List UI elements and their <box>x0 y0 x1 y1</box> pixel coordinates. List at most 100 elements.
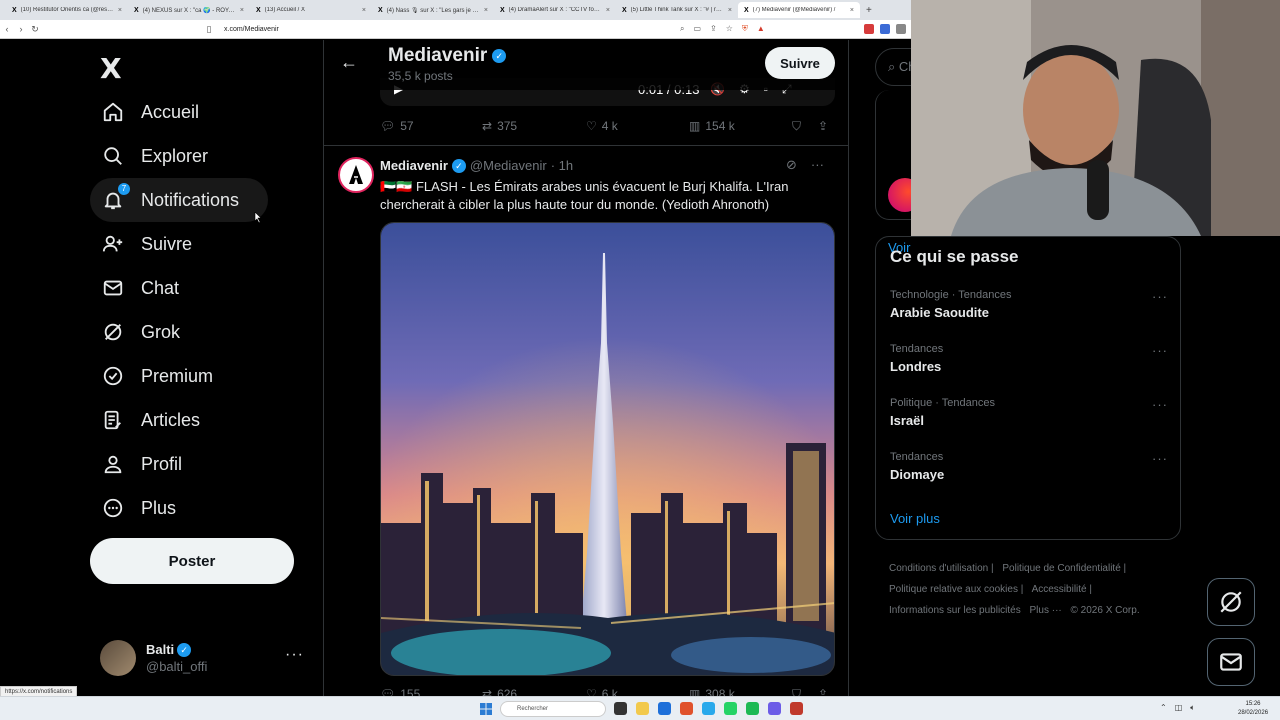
discord-icon[interactable] <box>768 702 781 715</box>
app-icon[interactable] <box>658 702 671 715</box>
nav-item-notifications[interactable]: 7 Notifications <box>90 178 268 222</box>
nav-item-articles[interactable]: Articles <box>90 398 212 442</box>
footer-link[interactable]: Conditions d'utilisation | <box>889 563 994 574</box>
trend-item[interactable]: Politique · Tendances Israël ··· <box>890 397 1174 437</box>
messages-fab-button[interactable] <box>1207 638 1255 686</box>
new-tab-button[interactable]: + <box>866 5 872 16</box>
more-dots-icon[interactable]: ··· <box>285 646 304 664</box>
reply-button[interactable]: 💬︎ 57 <box>380 119 414 133</box>
telegram-icon[interactable] <box>702 702 715 715</box>
retweet-button[interactable]: ⇄ 626 <box>482 687 517 696</box>
grok-fab-button[interactable] <box>1207 578 1255 626</box>
share-button[interactable]: ⇪ <box>818 687 828 696</box>
taskbar-clock[interactable]: 15:26 28/02/2026 <box>1238 700 1268 718</box>
app-icon[interactable] <box>790 702 803 715</box>
nav-item-profile[interactable]: Profil <box>90 442 194 486</box>
nav-item-chat[interactable]: Chat <box>90 266 191 310</box>
extension-icon[interactable] <box>864 24 874 34</box>
cast-icon[interactable]: ▭ <box>693 24 701 34</box>
nav-item-premium[interactable]: Premium <box>90 354 225 398</box>
network-icon[interactable]: ◫ <box>1175 703 1183 713</box>
nav-item-grok[interactable]: Grok <box>90 310 192 354</box>
volume-icon[interactable]: 🔈︎ <box>1190 703 1195 713</box>
tweet-image[interactable] <box>380 222 835 676</box>
like-button[interactable]: ♡ 6 k <box>586 687 618 696</box>
more-dots-icon[interactable]: ··· <box>1152 397 1168 412</box>
more-dots-icon[interactable]: ··· <box>1152 289 1168 304</box>
browser-tab[interactable]: X (4) Nass 🎙 sur X : "Les gars je suis × <box>372 2 494 18</box>
footer-link[interactable]: Informations sur les publicités <box>889 605 1021 616</box>
tweet-author-name[interactable]: Mediavenir <box>380 158 448 173</box>
task-view-icon[interactable] <box>614 702 627 715</box>
footer-link[interactable]: Politique relative aux cookies | <box>889 584 1023 595</box>
forward-arrow-icon[interactable]: › <box>14 24 28 34</box>
trend-item[interactable]: Tendances Londres ··· <box>890 343 1174 383</box>
footer-link[interactable]: Accessibilité | <box>1032 584 1092 595</box>
footer-link[interactable]: Plus ··· <box>1030 605 1062 616</box>
account-switcher[interactable]: Balti ✓ @balti_offi ··· <box>100 638 310 678</box>
url-field[interactable]: x.com/Mediavenir <box>224 26 279 33</box>
tweet-time[interactable]: · 1h <box>551 158 573 173</box>
post-button[interactable]: Poster <box>90 538 294 584</box>
x-logo-icon[interactable]: X <box>100 52 122 85</box>
brave-shield-icon[interactable]: ⛨ <box>742 24 748 34</box>
extension-icon[interactable] <box>880 24 890 34</box>
views-button[interactable]: ▥ 154 k <box>689 119 735 133</box>
views-button[interactable]: ▥ 308 k <box>689 687 735 696</box>
bookmark-button[interactable]: ⛉ <box>792 687 801 697</box>
like-count: 6 k <box>601 687 618 696</box>
bookmark-button[interactable]: ⛉ <box>792 119 801 134</box>
close-icon[interactable]: × <box>728 7 732 14</box>
avatar[interactable] <box>338 157 374 193</box>
close-icon[interactable]: × <box>606 7 610 14</box>
file-explorer-icon[interactable] <box>636 702 649 715</box>
tweet-author-handle[interactable]: @Mediavenir <box>470 158 547 173</box>
nav-item-home[interactable]: Accueil <box>90 90 211 134</box>
close-icon[interactable]: × <box>850 7 854 14</box>
retweet-button[interactable]: ⇄ 375 <box>482 119 517 133</box>
footer-link[interactable]: Politique de Confidentialité | <box>1002 563 1126 574</box>
chevron-up-icon[interactable]: ⌃ <box>1160 703 1167 713</box>
browser-tab[interactable]: X (10) Restitutor Orientis ca (@restitut × <box>6 2 128 18</box>
streamer-webcam-image <box>911 0 1280 236</box>
browser-tab[interactable]: X (4) DramaAlert sur X : "CCTV footage × <box>494 2 616 18</box>
trend-item[interactable]: Tendances Diomaye ··· <box>890 451 1174 491</box>
brave-browser-icon[interactable] <box>680 702 693 715</box>
browser-tab-active[interactable]: X (7) Mediavenir (@Mediavenir) / × <box>738 2 860 18</box>
share-button[interactable]: ⇪ <box>818 119 828 133</box>
more-dots-icon[interactable]: ··· <box>811 157 824 173</box>
share-icon[interactable]: ⇪ <box>710 24 717 34</box>
browser-tab[interactable]: X (4) NEXUS sur X : "ca 🌍 - ROYAUME × <box>128 2 250 18</box>
trend-item[interactable]: Technologie · Tendances Arabie Saoudite … <box>890 289 1174 329</box>
heart-icon: ♡ <box>586 119 597 133</box>
brave-rewards-icon[interactable]: ▲ <box>757 24 765 34</box>
reload-icon[interactable]: ↻ <box>28 24 42 35</box>
like-button[interactable]: ♡ 4 k <box>586 119 618 133</box>
bookmark-icon[interactable]: ▯ <box>202 24 216 35</box>
bookmark-star-icon[interactable]: ☆ <box>726 24 733 34</box>
reply-button[interactable]: 💬︎ 155 <box>380 687 420 696</box>
back-arrow-icon[interactable]: ‹ <box>0 24 14 34</box>
close-icon[interactable]: × <box>240 7 244 14</box>
taskbar-search-input[interactable]: Rechercher <box>500 701 606 717</box>
browser-tab[interactable]: X (5) Little Think Tank sur X : "# | ra F… <box>616 2 738 18</box>
more-dots-icon[interactable]: ··· <box>1152 343 1168 358</box>
grok-icon[interactable]: ⊘ <box>786 157 797 173</box>
back-arrow-icon[interactable]: ← <box>340 52 358 73</box>
windows-start-icon[interactable] <box>480 703 492 715</box>
close-icon[interactable]: × <box>118 7 122 14</box>
close-icon[interactable]: × <box>484 7 488 14</box>
close-icon[interactable]: × <box>362 7 366 14</box>
browser-tab[interactable]: X (13) Accueil / X × <box>250 2 372 18</box>
whatsapp-icon[interactable] <box>724 702 737 715</box>
follow-button[interactable]: Suivre <box>765 47 835 79</box>
nav-item-explore[interactable]: Explorer <box>90 134 220 178</box>
zoom-icon[interactable]: ⌕ <box>680 24 684 34</box>
nav-item-follow[interactable]: Suivre <box>90 222 204 266</box>
extension-icon[interactable] <box>896 24 906 34</box>
more-dots-icon[interactable]: ··· <box>1152 451 1168 466</box>
tab-label: (4) DramaAlert sur X : "CCTV footage <box>508 7 602 13</box>
nav-item-more[interactable]: Plus <box>90 486 188 530</box>
spotify-icon[interactable] <box>746 702 759 715</box>
show-more-link[interactable]: Voir plus <box>890 511 940 526</box>
